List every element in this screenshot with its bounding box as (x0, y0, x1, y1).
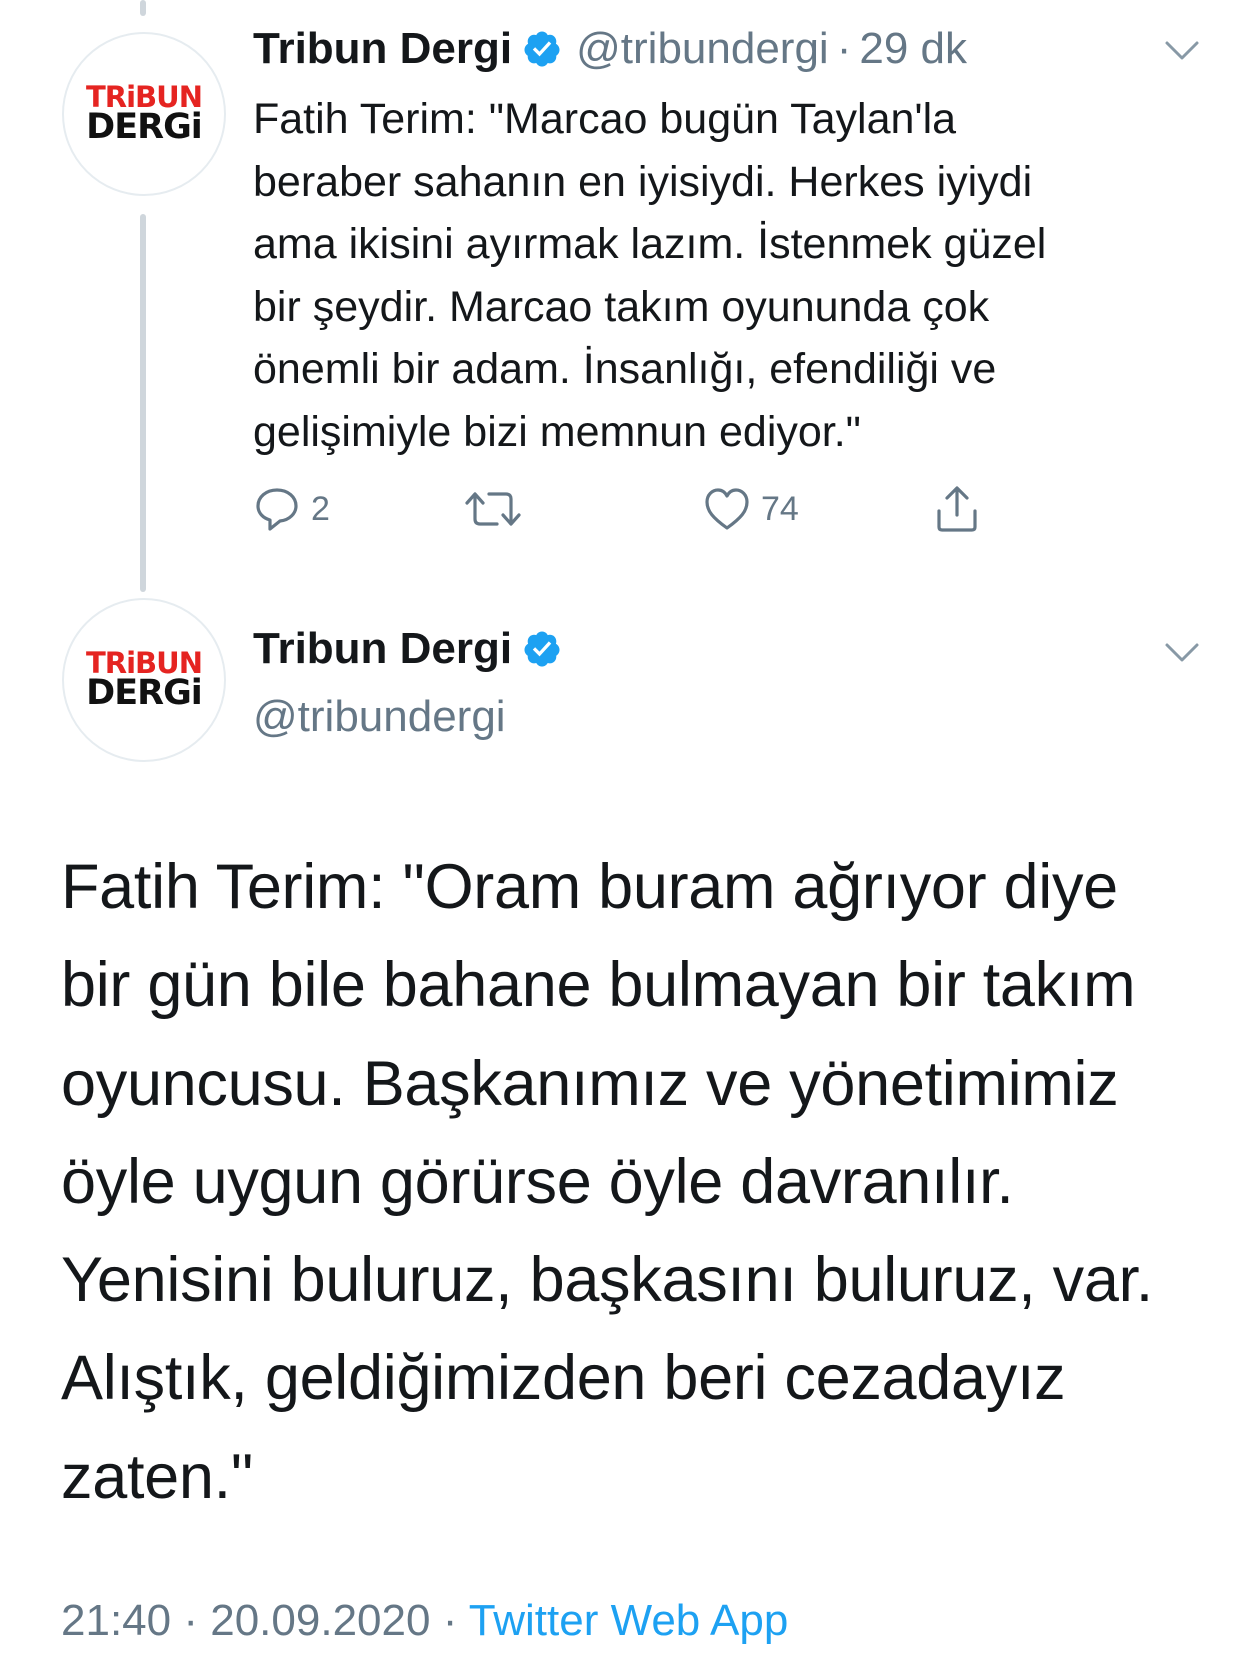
chevron-down-icon[interactable] (1164, 642, 1200, 664)
reply-count: 2 (311, 489, 330, 528)
thread-line-top (140, 0, 146, 16)
tweet-text: Fatih Terim: "Oram buram ağrıyor diye bi… (61, 852, 1154, 1512)
display-name[interactable]: Tribun Dergi (253, 624, 512, 674)
share-button[interactable] (933, 484, 981, 534)
reply-icon (256, 488, 298, 531)
avatar-logo-bottom: DERGi (86, 107, 203, 147)
avatar-logo-bottom: DERGi (86, 673, 203, 713)
tweet-header: Tribun Dergi @tribundergi · 29 dk (253, 24, 967, 74)
thread-line-connector (140, 214, 146, 592)
retweet-icon (465, 492, 521, 526)
tweet-header: Tribun Dergi (253, 624, 562, 674)
avatar[interactable]: TRiBUN DERGi (62, 32, 226, 196)
tweet-actions: 2 74 (253, 484, 1053, 534)
tweet-text: Fatih Terim: "Marcao bugün Taylan'la ber… (253, 95, 1047, 456)
tweet-meta: 21:40 · 20.09.2020 · Twitter Web App (61, 1596, 788, 1646)
share-icon (937, 486, 977, 532)
like-button[interactable]: 74 (703, 484, 799, 534)
avatar[interactable]: TRiBUN DERGi (62, 598, 226, 762)
tweet-time: 21:40 (61, 1596, 172, 1645)
verified-badge-icon (522, 29, 562, 69)
handle[interactable]: @tribundergi (253, 692, 506, 742)
separator-dot: · (836, 24, 852, 73)
like-count: 74 (761, 489, 799, 528)
retweet-button[interactable] (465, 484, 521, 534)
display-name[interactable]: Tribun Dergi (253, 24, 512, 74)
tweet-date: 20.09.2020 (210, 1596, 431, 1645)
timestamp[interactable]: 29 dk (859, 24, 967, 74)
reply-button[interactable]: 2 (253, 484, 330, 534)
source-link[interactable]: Twitter Web App (469, 1596, 789, 1645)
heart-icon (705, 488, 749, 530)
verified-badge-icon (522, 629, 562, 669)
chevron-down-icon[interactable] (1164, 40, 1200, 62)
separator-dot: · (442, 1596, 458, 1645)
handle[interactable]: @tribundergi (576, 24, 829, 74)
separator-dot: · (183, 1596, 198, 1645)
